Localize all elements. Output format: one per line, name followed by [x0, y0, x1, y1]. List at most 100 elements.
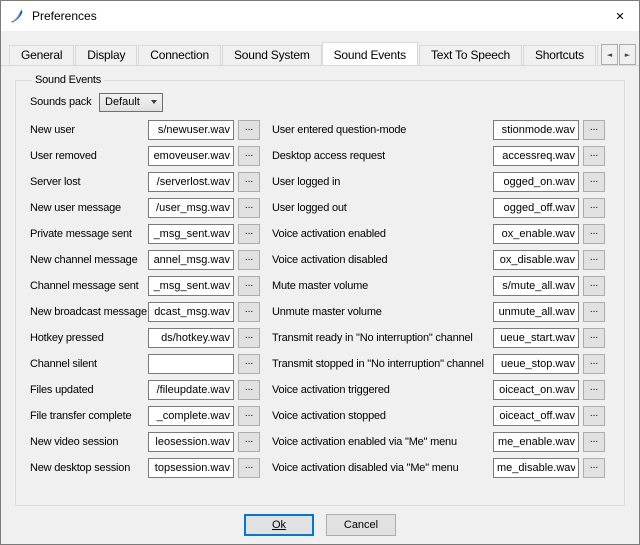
sound-file-input[interactable] — [493, 250, 579, 270]
sound-file-input[interactable] — [148, 146, 234, 166]
tab-shortcuts[interactable]: Shortcuts — [523, 45, 596, 65]
sounds-pack-value: Default — [105, 96, 140, 108]
sound-event-row: Hotkey pressed... Transmit ready in "No i… — [30, 325, 611, 351]
browse-button[interactable]: ... — [583, 354, 605, 374]
browse-button[interactable]: ... — [238, 120, 260, 140]
sound-file-input[interactable] — [148, 120, 234, 140]
browse-button[interactable]: ... — [583, 172, 605, 192]
sound-file-input[interactable] — [493, 458, 579, 478]
sound-event-label: Voice activation triggered — [272, 384, 493, 396]
browse-button[interactable]: ... — [583, 198, 605, 218]
browse-button[interactable]: ... — [238, 276, 260, 296]
sound-file-input[interactable] — [148, 406, 234, 426]
sound-file-input[interactable] — [493, 198, 579, 218]
sound-file-input[interactable] — [493, 276, 579, 296]
sound-event-label: Voice activation stopped — [272, 410, 493, 422]
sound-event-row: Private message sent...Voice activation … — [30, 221, 611, 247]
browse-button[interactable]: ... — [583, 224, 605, 244]
sound-file-input[interactable] — [493, 172, 579, 192]
sound-file-input[interactable] — [493, 302, 579, 322]
browse-button[interactable]: ... — [583, 406, 605, 426]
browse-button[interactable]: ... — [238, 198, 260, 218]
browse-button[interactable]: ... — [238, 380, 260, 400]
sound-event-row: New user message...User logged out... — [30, 195, 611, 221]
browse-button[interactable]: ... — [583, 458, 605, 478]
sound-event-row: New broadcast message...Unmute master vo… — [30, 299, 611, 325]
browse-button[interactable]: ... — [583, 120, 605, 140]
sound-file-input[interactable] — [148, 250, 234, 270]
sound-file-input[interactable] — [493, 406, 579, 426]
sound-file-input[interactable] — [493, 432, 579, 452]
sound-file-input[interactable] — [493, 328, 579, 348]
sound-events-group: Sound Events Sounds pack Default New use… — [15, 74, 625, 506]
sound-file-input[interactable] — [148, 224, 234, 244]
browse-button[interactable]: ... — [583, 432, 605, 452]
sound-event-row: File transfer complete...Voice activatio… — [30, 403, 611, 429]
sound-event-label: Files updated — [30, 384, 148, 396]
browse-button[interactable]: ... — [583, 380, 605, 400]
sound-file-input[interactable] — [148, 380, 234, 400]
browse-button[interactable]: ... — [583, 302, 605, 322]
sound-event-label: Hotkey pressed — [30, 332, 148, 344]
sound-file-input[interactable] — [148, 172, 234, 192]
browse-button[interactable]: ... — [583, 146, 605, 166]
sound-event-row: User removed...Desktop access request... — [30, 143, 611, 169]
sound-file-input[interactable] — [493, 380, 579, 400]
tab-connection[interactable]: Connection — [138, 45, 221, 65]
browse-button[interactable]: ... — [238, 458, 260, 478]
browse-button[interactable]: ... — [238, 172, 260, 192]
sounds-pack-label: Sounds pack — [30, 96, 99, 108]
browse-button[interactable]: ... — [583, 328, 605, 348]
sound-file-input[interactable] — [148, 302, 234, 322]
browse-button[interactable]: ... — [238, 406, 260, 426]
sound-event-label: New video session — [30, 436, 148, 448]
browse-button[interactable]: ... — [238, 302, 260, 322]
sound-event-label: New channel message — [30, 254, 148, 266]
sound-event-label: User entered question-mode — [272, 124, 493, 136]
app-logo-icon — [9, 8, 25, 24]
sound-file-input[interactable] — [493, 354, 579, 374]
sound-event-label: Server lost — [30, 176, 148, 188]
browse-button[interactable]: ... — [238, 354, 260, 374]
sound-event-label: Desktop access request — [272, 150, 493, 162]
sound-event-label: Mute master volume — [272, 280, 493, 292]
sound-event-label: User logged in — [272, 176, 493, 188]
browse-button[interactable]: ... — [583, 276, 605, 296]
browse-button[interactable]: ... — [238, 224, 260, 244]
browse-button[interactable]: ... — [583, 250, 605, 270]
sound-file-input[interactable] — [148, 328, 234, 348]
sounds-pack-select[interactable]: Default — [99, 93, 163, 112]
sounds-pack-row: Sounds pack Default — [30, 89, 611, 115]
preferences-window: Preferences ✕ GeneralDisplayConnectionSo… — [0, 0, 640, 545]
cancel-button[interactable]: Cancel — [326, 514, 396, 536]
tab-text-to-speech[interactable]: Text To Speech — [419, 45, 522, 65]
tab-sound-events[interactable]: Sound Events — [322, 42, 418, 65]
sound-event-row: Server lost... User logged in... — [30, 169, 611, 195]
tab-display[interactable]: Display — [75, 45, 137, 65]
close-icon[interactable]: ✕ — [601, 1, 639, 31]
sound-event-row: New user...User entered question-mode... — [30, 117, 611, 143]
browse-button[interactable]: ... — [238, 328, 260, 348]
tab-sound-system[interactable]: Sound System — [222, 45, 322, 65]
sound-file-input[interactable] — [148, 432, 234, 452]
sound-file-input[interactable] — [493, 224, 579, 244]
sound-file-input[interactable] — [148, 458, 234, 478]
sound-event-row: Channel message sent...Mute master volum… — [30, 273, 611, 299]
tab-page-sound-events: Sound Events Sounds pack Default New use… — [1, 65, 639, 544]
tab-scroll-left-icon[interactable]: ◄ — [601, 44, 618, 65]
sound-file-input[interactable] — [493, 120, 579, 140]
title-bar: Preferences ✕ — [1, 1, 639, 31]
sound-file-input[interactable] — [493, 146, 579, 166]
browse-button[interactable]: ... — [238, 432, 260, 452]
sound-file-input[interactable] — [148, 276, 234, 296]
tab-general[interactable]: General — [9, 45, 74, 65]
ok-button[interactable]: Ok — [244, 514, 314, 536]
sound-file-input[interactable] — [148, 354, 234, 374]
dialog-buttons: Ok Cancel — [15, 506, 625, 536]
tab-video[interactable]: Video — [597, 45, 599, 65]
sound-file-input[interactable] — [148, 198, 234, 218]
sound-event-label: Transmit ready in "No interruption" chan… — [272, 332, 493, 344]
browse-button[interactable]: ... — [238, 250, 260, 270]
browse-button[interactable]: ... — [238, 146, 260, 166]
tab-scroll-right-icon[interactable]: ► — [619, 44, 636, 65]
